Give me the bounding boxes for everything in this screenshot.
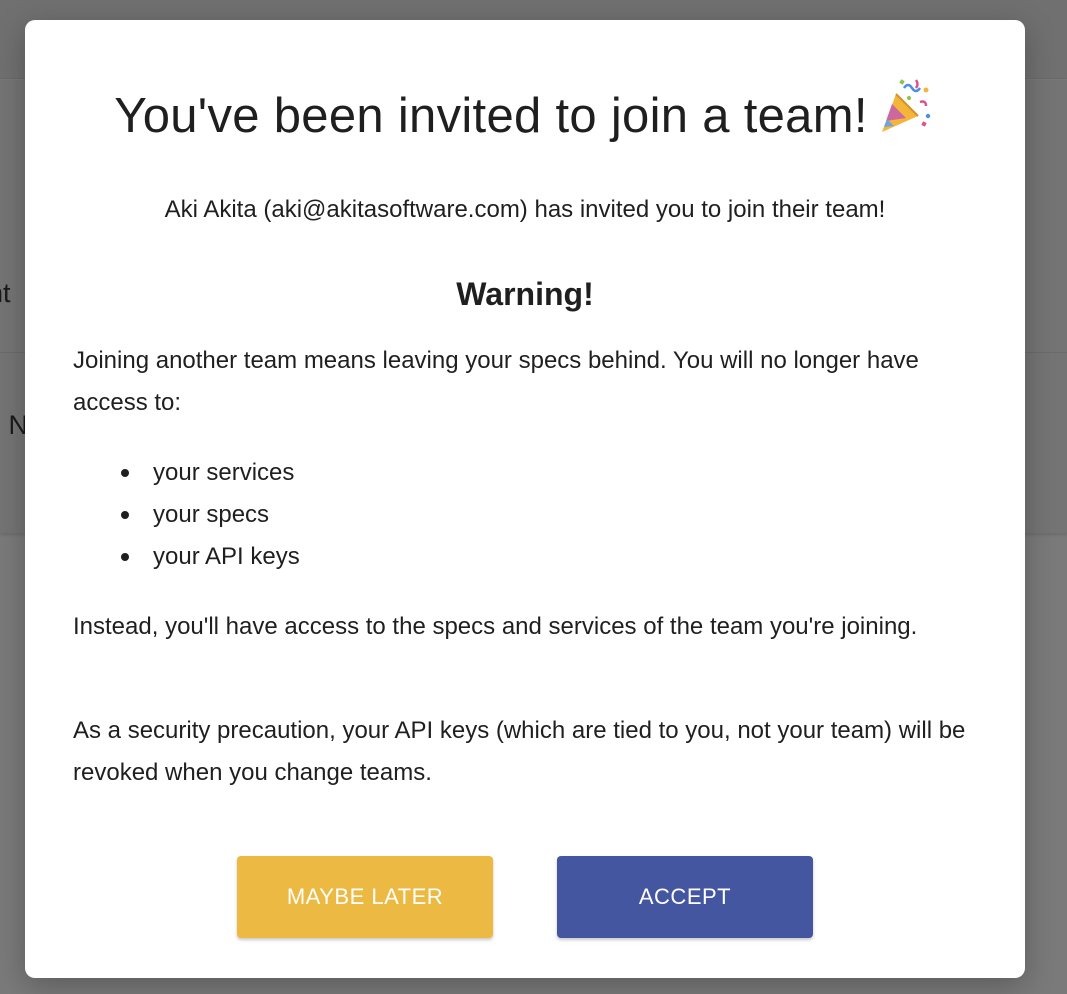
lost-access-list: your services your specs your API keys: [73, 452, 300, 578]
access-paragraph: Instead, you'll have access to the specs…: [73, 613, 918, 640]
background-partial-text: nt: [0, 278, 11, 308]
invite-message: Aki Akita (aki@akitasoftware.com) has in…: [164, 196, 886, 223]
warning-heading: Warning!: [456, 276, 594, 312]
list-item: your services: [73, 452, 300, 494]
security-paragraph: As a security precaution, your API keys …: [73, 717, 966, 786]
list-item-label: your specs: [153, 501, 270, 528]
list-item: your API keys: [73, 536, 300, 578]
dialog-title: You've been invited to join a team!: [25, 79, 1025, 143]
bullet-icon: [121, 553, 129, 561]
list-item-label: your API keys: [153, 543, 300, 570]
bullet-icon: [121, 469, 129, 477]
warning-paragraph: Joining another team means leaving your …: [73, 347, 919, 416]
accept-button[interactable]: ACCEPT: [557, 856, 813, 938]
background-partial-text: d N: [0, 410, 29, 440]
bullet-icon: [121, 511, 129, 519]
list-item: your specs: [73, 494, 300, 536]
invite-dialog: You've been invited to join a team! Aki …: [25, 20, 1025, 978]
dialog-title-text: You've been invited to join a team!: [114, 89, 868, 143]
list-item-label: your services: [153, 459, 295, 486]
party-popper-icon: [881, 79, 930, 132]
maybe-later-button[interactable]: MAYBE LATER: [237, 856, 493, 938]
